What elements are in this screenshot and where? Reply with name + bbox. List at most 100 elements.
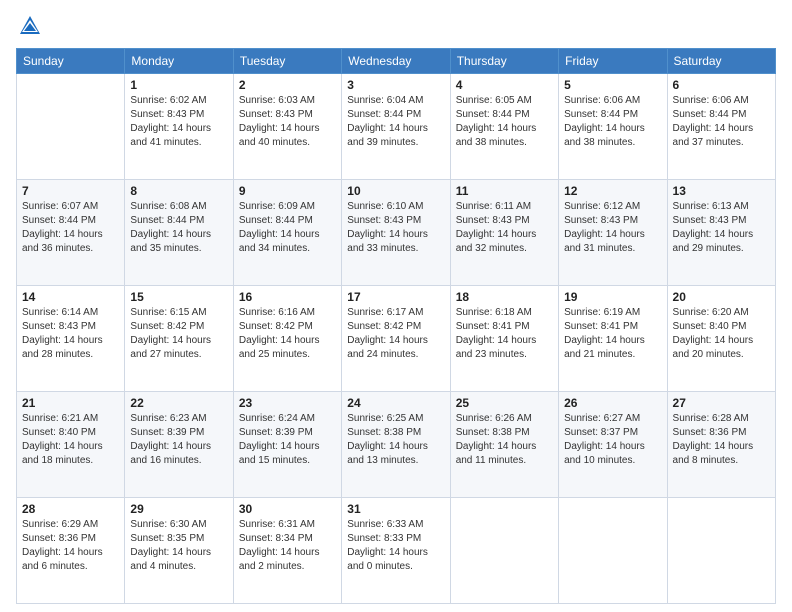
day-number: 21	[22, 396, 119, 410]
calendar-cell: 14 Sunrise: 6:14 AMSunset: 8:43 PMDayligh…	[17, 286, 125, 392]
day-info: Sunrise: 6:08 AMSunset: 8:44 PMDaylight:…	[130, 200, 227, 256]
calendar-cell: 11 Sunrise: 6:11 AMSunset: 8:43 PMDayligh…	[450, 180, 558, 286]
day-number: 22	[130, 396, 227, 410]
day-number: 5	[564, 78, 661, 92]
day-number: 31	[347, 502, 444, 516]
day-header-monday: Monday	[125, 49, 233, 74]
day-header-wednesday: Wednesday	[342, 49, 450, 74]
day-header-sunday: Sunday	[17, 49, 125, 74]
day-info: Sunrise: 6:17 AMSunset: 8:42 PMDaylight:…	[347, 306, 444, 362]
day-number: 8	[130, 184, 227, 198]
day-header-friday: Friday	[559, 49, 667, 74]
logo	[16, 12, 48, 40]
calendar-cell: 13Sunrise: 6:13 AMSunset: 8:43 PMDayligh…	[667, 180, 775, 286]
day-info: Sunrise: 6:30 AMSunset: 8:35 PMDaylight:…	[130, 518, 227, 574]
day-info: Sunrise: 6:14 AMSunset: 8:43 PMDaylight:…	[22, 306, 119, 362]
day-number: 11	[456, 184, 553, 198]
day-number: 26	[564, 396, 661, 410]
day-number: 24	[347, 396, 444, 410]
day-info: Sunrise: 6:09 AMSunset: 8:44 PMDaylight:…	[239, 200, 336, 256]
day-info: Sunrise: 6:11 AMSunset: 8:43 PMDaylight:…	[456, 200, 553, 256]
calendar-cell: 19 Sunrise: 6:19 AMSunset: 8:41 PMDayligh…	[559, 286, 667, 392]
day-header-saturday: Saturday	[667, 49, 775, 74]
calendar-table: SundayMondayTuesdayWednesdayThursdayFrid…	[16, 48, 776, 604]
calendar-cell	[559, 498, 667, 604]
week-row-4: 21 Sunrise: 6:21 AMSunset: 8:40 PMDayligh…	[17, 392, 776, 498]
calendar-cell: 20 Sunrise: 6:20 AMSunset: 8:40 PMDayligh…	[667, 286, 775, 392]
day-info: Sunrise: 6:23 AMSunset: 8:39 PMDaylight:…	[130, 412, 227, 468]
day-number: 18	[456, 290, 553, 304]
calendar-cell: 6 Sunrise: 6:06 AMSunset: 8:44 PMDaylight…	[667, 74, 775, 180]
day-number: 16	[239, 290, 336, 304]
week-row-1: 1 Sunrise: 6:02 AMSunset: 8:43 PMDaylight…	[17, 74, 776, 180]
calendar-cell	[17, 74, 125, 180]
calendar-cell: 22 Sunrise: 6:23 AMSunset: 8:39 PMDayligh…	[125, 392, 233, 498]
day-number: 19	[564, 290, 661, 304]
day-number: 6	[673, 78, 770, 92]
day-info: Sunrise: 6:31 AMSunset: 8:34 PMDaylight:…	[239, 518, 336, 574]
day-info: Sunrise: 6:02 AMSunset: 8:43 PMDaylight:…	[130, 94, 227, 150]
day-info: Sunrise: 6:33 AMSunset: 8:33 PMDaylight:…	[347, 518, 444, 574]
day-info: Sunrise: 6:16 AMSunset: 8:42 PMDaylight:…	[239, 306, 336, 362]
calendar-cell: 3 Sunrise: 6:04 AMSunset: 8:44 PMDaylight…	[342, 74, 450, 180]
day-number: 1	[130, 78, 227, 92]
calendar-cell: 30 Sunrise: 6:31 AMSunset: 8:34 PMDayligh…	[233, 498, 341, 604]
day-number: 9	[239, 184, 336, 198]
calendar-cell: 16 Sunrise: 6:16 AMSunset: 8:42 PMDayligh…	[233, 286, 341, 392]
page-header	[16, 12, 776, 40]
day-info: Sunrise: 6:20 AMSunset: 8:40 PMDaylight:…	[673, 306, 770, 362]
day-number: 12	[564, 184, 661, 198]
calendar-cell: 12 Sunrise: 6:12 AMSunset: 8:43 PMDayligh…	[559, 180, 667, 286]
calendar-cell: 18 Sunrise: 6:18 AMSunset: 8:41 PMDayligh…	[450, 286, 558, 392]
day-number: 25	[456, 396, 553, 410]
logo-icon	[16, 12, 44, 40]
day-info: Sunrise: 6:25 AMSunset: 8:38 PMDaylight:…	[347, 412, 444, 468]
day-number: 14	[22, 290, 119, 304]
day-info: Sunrise: 6:10 AMSunset: 8:43 PMDaylight:…	[347, 200, 444, 256]
day-info: Sunrise: 6:13 AMSunset: 8:43 PMDaylight:…	[673, 200, 770, 256]
day-info: Sunrise: 6:26 AMSunset: 8:38 PMDaylight:…	[456, 412, 553, 468]
day-info: Sunrise: 6:06 AMSunset: 8:44 PMDaylight:…	[564, 94, 661, 150]
calendar-cell: 27 Sunrise: 6:28 AMSunset: 8:36 PMDayligh…	[667, 392, 775, 498]
day-info: Sunrise: 6:06 AMSunset: 8:44 PMDaylight:…	[673, 94, 770, 150]
day-info: Sunrise: 6:18 AMSunset: 8:41 PMDaylight:…	[456, 306, 553, 362]
day-number: 28	[22, 502, 119, 516]
week-row-2: 7 Sunrise: 6:07 AMSunset: 8:44 PMDaylight…	[17, 180, 776, 286]
day-info: Sunrise: 6:05 AMSunset: 8:44 PMDaylight:…	[456, 94, 553, 150]
calendar-cell: 4 Sunrise: 6:05 AMSunset: 8:44 PMDaylight…	[450, 74, 558, 180]
day-number: 29	[130, 502, 227, 516]
day-info: Sunrise: 6:28 AMSunset: 8:36 PMDaylight:…	[673, 412, 770, 468]
day-info: Sunrise: 6:04 AMSunset: 8:44 PMDaylight:…	[347, 94, 444, 150]
calendar-cell: 1 Sunrise: 6:02 AMSunset: 8:43 PMDaylight…	[125, 74, 233, 180]
day-number: 7	[22, 184, 119, 198]
calendar-cell: 8 Sunrise: 6:08 AMSunset: 8:44 PMDaylight…	[125, 180, 233, 286]
calendar-cell: 26 Sunrise: 6:27 AMSunset: 8:37 PMDayligh…	[559, 392, 667, 498]
calendar-cell: 7 Sunrise: 6:07 AMSunset: 8:44 PMDaylight…	[17, 180, 125, 286]
day-number: 27	[673, 396, 770, 410]
week-row-3: 14 Sunrise: 6:14 AMSunset: 8:43 PMDayligh…	[17, 286, 776, 392]
calendar-cell: 15Sunrise: 6:15 AMSunset: 8:42 PMDayligh…	[125, 286, 233, 392]
day-number: 23	[239, 396, 336, 410]
day-info: Sunrise: 6:21 AMSunset: 8:40 PMDaylight:…	[22, 412, 119, 468]
day-info: Sunrise: 6:15 AMSunset: 8:42 PMDaylight:…	[130, 306, 227, 362]
day-header-tuesday: Tuesday	[233, 49, 341, 74]
day-info: Sunrise: 6:29 AMSunset: 8:36 PMDaylight:…	[22, 518, 119, 574]
day-number: 30	[239, 502, 336, 516]
day-info: Sunrise: 6:12 AMSunset: 8:43 PMDaylight:…	[564, 200, 661, 256]
calendar-cell: 21 Sunrise: 6:21 AMSunset: 8:40 PMDayligh…	[17, 392, 125, 498]
day-number: 3	[347, 78, 444, 92]
calendar-cell: 24 Sunrise: 6:25 AMSunset: 8:38 PMDayligh…	[342, 392, 450, 498]
day-number: 20	[673, 290, 770, 304]
day-info: Sunrise: 6:03 AMSunset: 8:43 PMDaylight:…	[239, 94, 336, 150]
day-info: Sunrise: 6:07 AMSunset: 8:44 PMDaylight:…	[22, 200, 119, 256]
day-info: Sunrise: 6:19 AMSunset: 8:41 PMDaylight:…	[564, 306, 661, 362]
week-row-5: 28 Sunrise: 6:29 AMSunset: 8:36 PMDayligh…	[17, 498, 776, 604]
calendar-cell: 28 Sunrise: 6:29 AMSunset: 8:36 PMDayligh…	[17, 498, 125, 604]
calendar-cell: 17Sunrise: 6:17 AMSunset: 8:42 PMDayligh…	[342, 286, 450, 392]
calendar-cell: 25 Sunrise: 6:26 AMSunset: 8:38 PMDayligh…	[450, 392, 558, 498]
calendar-cell: 2Sunrise: 6:03 AMSunset: 8:43 PMDaylight…	[233, 74, 341, 180]
day-info: Sunrise: 6:27 AMSunset: 8:37 PMDaylight:…	[564, 412, 661, 468]
calendar-cell	[450, 498, 558, 604]
day-info: Sunrise: 6:24 AMSunset: 8:39 PMDaylight:…	[239, 412, 336, 468]
day-number: 4	[456, 78, 553, 92]
